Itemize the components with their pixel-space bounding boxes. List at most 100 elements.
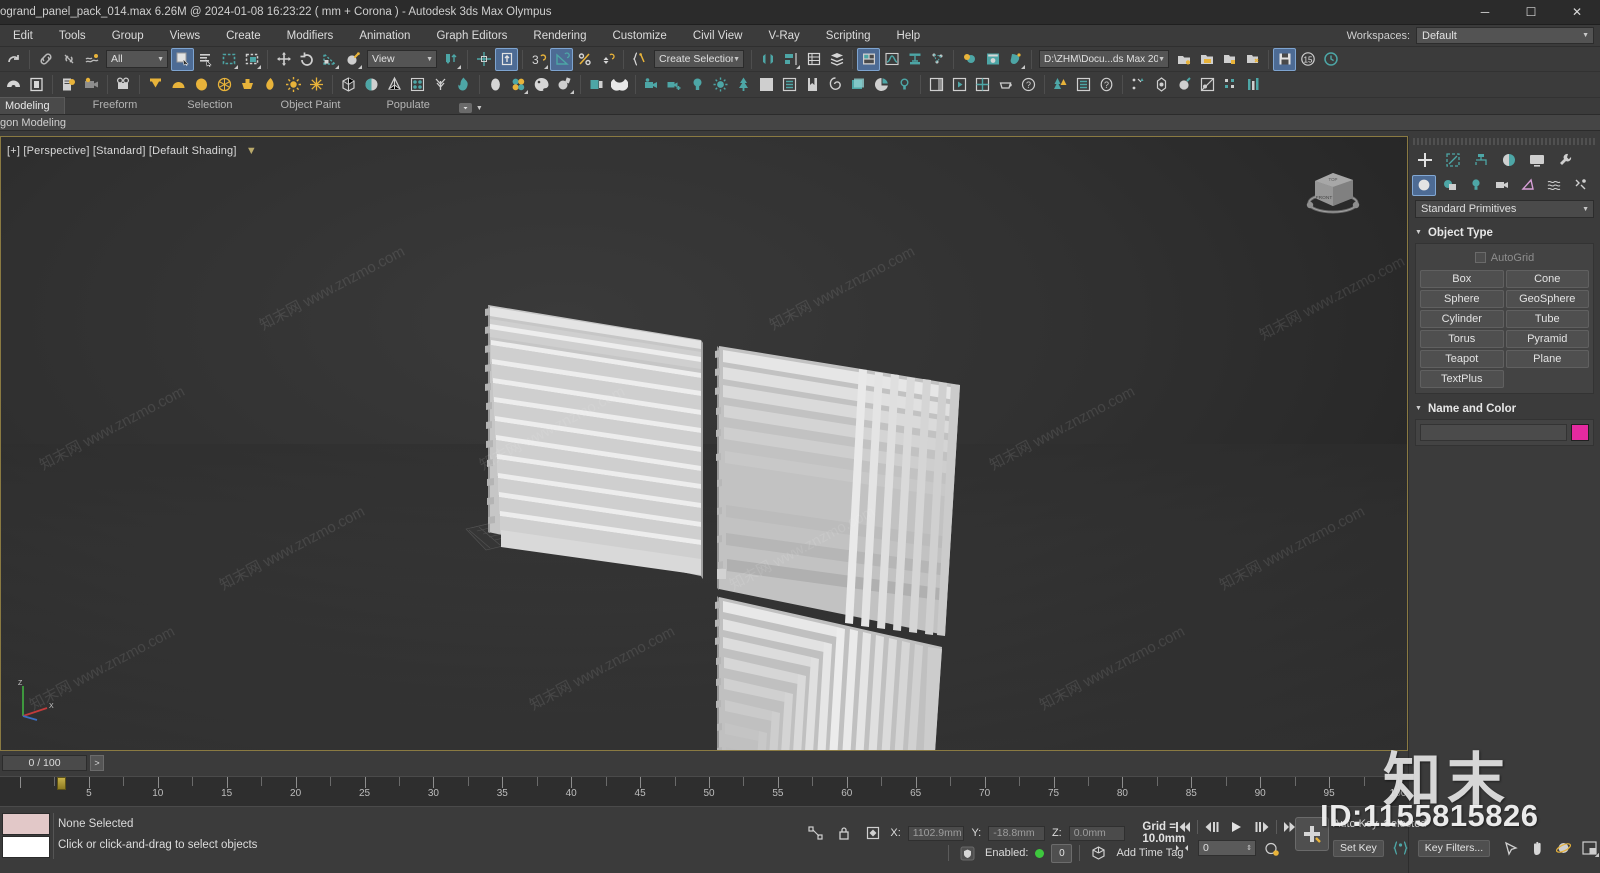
torus-button[interactable]: Torus (1420, 330, 1504, 348)
modify-tab-icon[interactable] (1440, 148, 1466, 172)
select-arrow-icon[interactable] (1500, 838, 1522, 858)
create-tab-icon[interactable] (1412, 148, 1438, 172)
menu-rendering[interactable]: Rendering (520, 25, 599, 47)
named-selection-sets-icon[interactable] (628, 48, 651, 71)
command-panel-grip[interactable] (1413, 138, 1596, 145)
coord-y-field[interactable]: -18.8mm (988, 825, 1045, 841)
menu-civil-view[interactable]: Civil View (680, 25, 756, 47)
schematic-view-icon[interactable] (903, 48, 926, 71)
menu-edit[interactable]: Edit (0, 25, 46, 47)
menu-views[interactable]: Views (157, 25, 213, 47)
vray-logo-icon[interactable] (608, 73, 631, 96)
menu-help[interactable]: Help (884, 25, 934, 47)
display-tab-icon[interactable] (1524, 148, 1550, 172)
arc-rotate-icon[interactable] (2, 73, 25, 96)
light-small-icon[interactable] (893, 73, 916, 96)
perspective-viewport[interactable]: [+] [Perspective] [Standard] [Default Sh… (1, 137, 1407, 750)
grass-icon[interactable] (429, 73, 452, 96)
view-cube[interactable]: TOP FRONT (1299, 159, 1371, 221)
folder-link-icon[interactable] (1241, 48, 1264, 71)
play-panel-icon[interactable] (948, 73, 971, 96)
object-type-header[interactable]: ▼ Object Type (1415, 225, 1594, 240)
key-filters-button[interactable]: Key Filters... (1417, 839, 1491, 857)
open-folder-icon[interactable] (1195, 48, 1218, 71)
utilities-tab-icon[interactable] (1552, 148, 1578, 172)
help2-icon[interactable]: ? (1095, 73, 1118, 96)
layer-manager-icon[interactable] (825, 48, 848, 71)
menu-group[interactable]: Group (99, 25, 157, 47)
menu-create[interactable]: Create (213, 25, 274, 47)
forest-icon[interactable] (1049, 73, 1072, 96)
lock-selection-icon[interactable] (833, 823, 854, 843)
reference-coordinate-combo[interactable]: View ▼ (367, 50, 437, 68)
ribbon-menu-button[interactable]: ▼ (458, 102, 483, 114)
plane-button[interactable]: Plane (1505, 350, 1589, 368)
particle-view-icon[interactable] (926, 48, 949, 71)
material-ball-icon[interactable] (755, 73, 778, 96)
enabled-count[interactable]: 0 (1051, 843, 1073, 863)
redo-icon[interactable] (2, 48, 25, 71)
funnel-icon[interactable]: ▼ (246, 145, 257, 157)
menu-modifiers[interactable]: Modifiers (274, 25, 347, 47)
menu-animation[interactable]: Animation (346, 25, 423, 47)
unlink-icon[interactable] (57, 48, 80, 71)
spinner-snap-icon[interactable] (596, 48, 619, 71)
autogrid-row[interactable]: AutoGrid (1420, 249, 1589, 266)
auto-key-label[interactable]: Auto Key (1333, 818, 1378, 830)
render-production-icon[interactable] (1004, 48, 1027, 71)
bind-space-warp-icon[interactable] (80, 48, 103, 71)
render-frame-window-icon[interactable] (981, 48, 1004, 71)
select-object-icon[interactable] (171, 47, 194, 71)
isolate-selection-icon[interactable] (805, 823, 826, 843)
menu-graph-editors[interactable]: Graph Editors (423, 25, 520, 47)
scatter-icon[interactable] (1127, 73, 1150, 96)
cylinder-button[interactable]: Cylinder (1420, 310, 1504, 328)
cone-prim-icon[interactable] (144, 73, 167, 96)
time-slider-handle[interactable] (57, 777, 66, 790)
menu-tools[interactable]: Tools (46, 25, 99, 47)
play-animation-icon[interactable] (1226, 817, 1248, 837)
time-config-icon[interactable] (1319, 48, 1342, 71)
curve-editor-icon[interactable] (880, 48, 903, 71)
geosphere-icon[interactable] (213, 73, 236, 96)
snaps-toggle-icon[interactable]: 3 (527, 48, 550, 71)
selection-set-combo[interactable]: Create Selection Set ▼ (654, 50, 744, 68)
light-bulb-icon[interactable] (686, 73, 709, 96)
container-icon[interactable] (25, 73, 48, 96)
teapot-prim-icon[interactable] (236, 73, 259, 96)
rect-selection-region-icon[interactable] (217, 48, 240, 71)
cameras-icon[interactable] (1490, 175, 1514, 196)
cells-icon[interactable] (406, 73, 429, 96)
space-warps-icon[interactable] (1542, 175, 1566, 196)
hemisphere-icon[interactable] (360, 73, 383, 96)
use-pivot-point-icon[interactable] (440, 48, 463, 71)
shield-icon[interactable] (956, 843, 978, 863)
primitive-category-combo[interactable]: Standard Primitives ▼ (1415, 200, 1594, 218)
next-frame-icon[interactable] (1251, 817, 1273, 837)
set-key-button[interactable]: Set Key (1333, 839, 1384, 857)
menu-scripting[interactable]: Scripting (813, 25, 884, 47)
tab-modeling[interactable]: Modeling (0, 97, 65, 114)
maxscript-mini-listener-pink[interactable] (2, 813, 50, 835)
box-button[interactable]: Box (1420, 270, 1504, 288)
time-tag-icon[interactable] (1087, 843, 1109, 863)
geosphere-button[interactable]: GeoSphere (1505, 290, 1589, 308)
render-frame-number-icon[interactable]: 15 (1296, 48, 1319, 71)
book-icon[interactable] (585, 73, 608, 96)
tube-button[interactable]: Tube (1505, 310, 1589, 328)
chart-icon[interactable] (870, 73, 893, 96)
teapot-button[interactable]: Teapot (1420, 350, 1504, 368)
viewport-container[interactable]: [+] [Perspective] [Standard] [Default Sh… (0, 136, 1408, 751)
tree-icon[interactable] (732, 73, 755, 96)
helpers-icon[interactable] (1516, 175, 1540, 196)
shapes-icon[interactable] (1438, 175, 1462, 196)
pyramid-button[interactable]: Pyramid (1505, 330, 1589, 348)
maxscript-mini-listener-white[interactable] (2, 836, 50, 858)
hierarchy-tab-icon[interactable] (1468, 148, 1494, 172)
layer-explorer-icon[interactable] (802, 48, 825, 71)
frame-spinner[interactable]: 0 ⇕ (1198, 840, 1256, 856)
geometry-icon[interactable] (1412, 174, 1436, 196)
align2-icon[interactable] (779, 48, 802, 71)
minimize-button[interactable]: ─ (1462, 0, 1508, 25)
coord-x-field[interactable]: 1102.9mm (907, 825, 965, 841)
